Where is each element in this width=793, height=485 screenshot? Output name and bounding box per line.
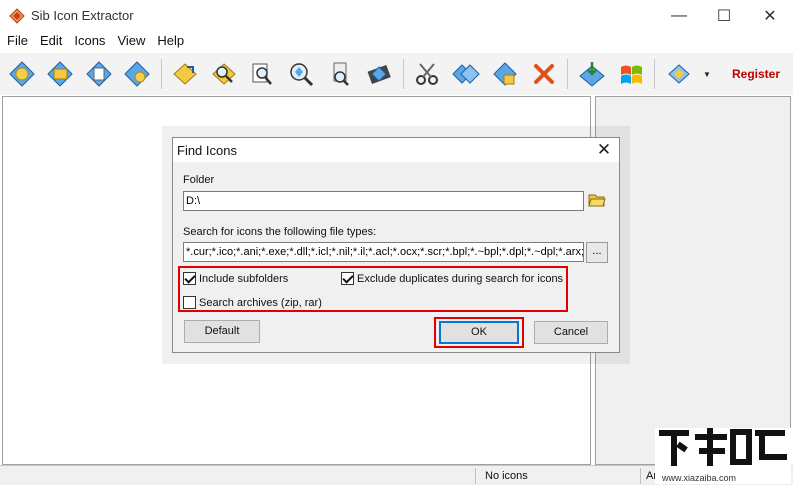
film-icon[interactable] (362, 57, 396, 91)
close-button[interactable]: ✕ (747, 0, 793, 31)
folder-input[interactable]: D:\ (183, 191, 584, 211)
menu-file[interactable]: File (0, 31, 34, 51)
open-globe-icon[interactable] (5, 57, 39, 91)
maximize-button[interactable]: ☐ (701, 0, 747, 31)
register-link[interactable]: Register (732, 67, 780, 81)
open-folder-icon[interactable] (43, 57, 77, 91)
menu-help[interactable]: Help (151, 31, 190, 51)
find-list-icon[interactable] (245, 57, 279, 91)
browse-folder-icon[interactable] (587, 190, 607, 210)
refresh-icon[interactable] (120, 57, 154, 91)
dialog-close-button[interactable]: ✕ (593, 140, 615, 160)
copy-icon[interactable] (449, 57, 483, 91)
options-highlight (178, 266, 568, 312)
paste-icon[interactable] (488, 57, 522, 91)
minimize-button[interactable]: — (656, 0, 702, 31)
dialog-title: Find Icons (177, 143, 237, 158)
find-icons-dialog: Find Icons ✕ Folder D:\ Search for icons… (172, 137, 620, 353)
settings-icon[interactable] (662, 57, 696, 91)
watermark-url: www.xiazaiba.com (662, 473, 737, 483)
find-icon[interactable] (207, 57, 241, 91)
settings-dropdown-icon[interactable]: ▼ (703, 70, 711, 79)
ok-button[interactable]: OK (439, 321, 519, 344)
windows-flag-icon[interactable] (614, 57, 648, 91)
status-icon-count: No icons (485, 470, 528, 482)
dialog-title-bar: Find Icons ✕ (173, 138, 619, 162)
filetypes-input[interactable]: *.cur;*.ico;*.ani;*.exe;*.dll;*.icl;*.ni… (183, 242, 584, 262)
menu-edit[interactable]: Edit (34, 31, 68, 51)
menu-view[interactable]: View (111, 31, 151, 51)
menu-bar: File Edit Icons View Help (0, 31, 793, 51)
cancel-button[interactable]: Cancel (534, 321, 608, 344)
search-icon[interactable] (284, 57, 318, 91)
app-diamond-icon (9, 8, 25, 24)
window-title: Sib Icon Extractor (31, 8, 134, 23)
inspect-file-icon[interactable] (323, 57, 357, 91)
folder-label: Folder (183, 174, 215, 186)
default-button[interactable]: Default (184, 320, 260, 343)
open-file-icon[interactable] (82, 57, 116, 91)
filetypes-browse-button[interactable]: ... (586, 242, 608, 263)
menu-icons[interactable]: Icons (68, 31, 111, 51)
delete-icon[interactable] (527, 57, 561, 91)
filetypes-label: Search for icons the following file type… (183, 226, 377, 238)
cut-icon[interactable] (410, 57, 444, 91)
save-icon[interactable] (575, 57, 609, 91)
title-bar: Sib Icon Extractor — ☐ ✕ (0, 0, 793, 31)
toolbar: ▼ Register (0, 53, 793, 95)
add-folder-icon[interactable] (168, 57, 202, 91)
